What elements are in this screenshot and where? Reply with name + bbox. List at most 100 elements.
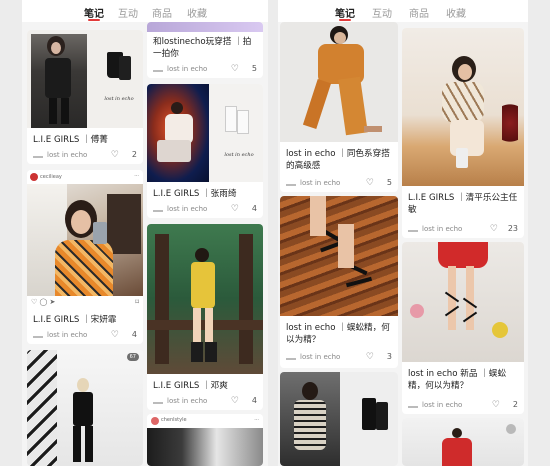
left-screenshot-panel: 笔记 互动 商品 收藏 lost in echo L.I.E GIRLS ｜傅菁…	[22, 0, 268, 466]
note-card[interactable]: 67	[27, 350, 143, 466]
note-meta: lost in echo ♡ 23	[408, 224, 518, 236]
note-card[interactable]: cecilieay ··· ♡ ◯ ➤ ⌑ L.I.E GIRLS ｜宋妍霏 l…	[27, 170, 143, 344]
author-avatar	[33, 156, 43, 158]
like-count: 2	[512, 400, 518, 409]
note-card[interactable]: lost in echo L.I.E GIRLS ｜张雨绮 lost in ec…	[147, 84, 263, 218]
note-image	[402, 418, 524, 466]
tab-favorites[interactable]: 收藏	[446, 5, 466, 20]
like-count: 4	[251, 396, 257, 405]
note-image	[402, 28, 524, 186]
note-image: lost in echo	[27, 30, 143, 128]
like-count: 23	[507, 224, 518, 233]
note-image: chenlstyle ···	[147, 414, 263, 466]
like-heart-icon[interactable]: ♡	[366, 352, 374, 362]
bookmark-icon[interactable]: ⌑	[135, 298, 139, 306]
note-meta: lost in echo ♡ 2	[33, 150, 137, 162]
active-tab-indicator	[88, 19, 100, 21]
like-count: 2	[131, 150, 137, 159]
note-meta: lost in echo ♡ 3	[286, 352, 392, 364]
like-heart-icon[interactable]: ♡	[492, 400, 500, 410]
like-heart-icon[interactable]: ♡	[490, 224, 498, 234]
note-author[interactable]: lost in echo	[422, 225, 462, 233]
video-play-icon[interactable]	[506, 424, 516, 434]
note-author[interactable]: lost in echo	[167, 397, 207, 405]
note-title: lost in echo ｜蜈蚣精，何以为精？	[286, 323, 390, 345]
brand-caption: lost in echo	[104, 96, 134, 102]
note-author[interactable]: lost in echo	[167, 205, 207, 213]
more-icon[interactable]: ···	[134, 173, 139, 179]
note-author[interactable]: lost in echo	[47, 331, 87, 339]
like-heart-icon[interactable]: ♡	[231, 204, 239, 214]
note-image: 67	[27, 350, 143, 466]
author-avatar	[286, 358, 296, 360]
note-meta: lost in echo ♡ 2	[408, 400, 518, 412]
note-image	[280, 196, 398, 316]
author-avatar	[408, 406, 418, 408]
note-image	[147, 22, 263, 32]
note-image: cecilieay ··· ♡ ◯ ➤ ⌑	[27, 170, 143, 308]
note-card[interactable]: lost in echo 新品 ｜蜈蚣精，何以为精？ lost in echo …	[402, 242, 524, 414]
like-count: 5	[251, 64, 257, 73]
right-screenshot-panel: 笔记 互动 商品 收藏 lost in echo ｜同色系穿搭的高级感 lost…	[278, 0, 528, 466]
note-title: L.I.E GIRLS ｜清平乐公主任敏	[408, 193, 518, 215]
brand-caption: lost in echo	[224, 152, 254, 158]
author-avatar	[153, 70, 163, 72]
author-avatar	[153, 402, 163, 404]
like-heart-icon[interactable]: ♡	[231, 396, 239, 406]
like-heart-icon[interactable]: ♡	[231, 64, 239, 74]
note-author[interactable]: lost in echo	[300, 353, 340, 361]
tab-products[interactable]: 商品	[152, 5, 172, 20]
more-icon[interactable]: ···	[254, 417, 259, 423]
note-title: lost in echo 新品 ｜蜈蚣精，何以为精？	[408, 369, 506, 391]
like-count: 3	[386, 352, 392, 361]
profile-tab-bar: 笔记 互动 商品 收藏	[22, 0, 268, 22]
like-heart-icon[interactable]: ♡	[366, 178, 374, 188]
note-card[interactable]: chenlstyle ···	[147, 414, 263, 466]
note-title: L.I.E GIRLS ｜邓爽	[153, 381, 228, 391]
active-tab-indicator	[339, 19, 351, 21]
author-avatar	[153, 210, 163, 212]
note-author[interactable]: lost in echo	[300, 179, 340, 187]
note-image	[147, 224, 263, 374]
note-meta: lost in echo ♡ 5	[286, 178, 392, 190]
like-heart-icon[interactable]: ♡	[111, 150, 119, 160]
ig-action-icons[interactable]: ♡ ◯ ➤	[31, 298, 55, 306]
note-meta: lost in echo ♡ 4	[153, 204, 257, 216]
note-card[interactable]	[402, 418, 524, 466]
author-avatar	[408, 230, 418, 232]
author-avatar	[33, 336, 43, 338]
note-image	[402, 242, 524, 362]
note-author[interactable]: lost in echo	[422, 401, 462, 409]
tab-favorites[interactable]: 收藏	[187, 5, 207, 20]
like-count: 5	[386, 178, 392, 187]
note-meta: lost in echo ♡ 4	[33, 330, 137, 342]
like-count: 4	[131, 330, 137, 339]
note-image: lost in echo	[147, 84, 263, 182]
profile-tab-bar: 笔记 互动 商品 收藏	[278, 0, 528, 22]
ig-username: chenlstyle	[161, 417, 187, 423]
like-heart-icon[interactable]: ♡	[111, 330, 119, 340]
note-card[interactable]	[280, 372, 398, 466]
note-card[interactable]: lost in echo ｜同色系穿搭的高级感 lost in echo ♡ 5	[280, 22, 398, 192]
note-card[interactable]: L.I.E GIRLS ｜清平乐公主任敏 lost in echo ♡ 23	[402, 28, 524, 238]
tab-notes[interactable]: 笔记	[335, 5, 355, 20]
note-author[interactable]: lost in echo	[47, 151, 87, 159]
like-count: 4	[251, 204, 257, 213]
tab-products[interactable]: 商品	[409, 5, 429, 20]
author-avatar	[286, 184, 296, 186]
tab-interactions[interactable]: 互动	[118, 5, 138, 20]
tab-interactions[interactable]: 互动	[372, 5, 392, 20]
note-title: L.I.E GIRLS ｜傅菁	[33, 135, 108, 145]
note-card[interactable]: L.I.E GIRLS ｜邓爽 lost in echo ♡ 4	[147, 224, 263, 410]
note-title: L.I.E GIRLS ｜宋妍霏	[33, 315, 117, 325]
note-card[interactable]: lost in echo L.I.E GIRLS ｜傅菁 lost in ech…	[27, 30, 143, 164]
note-card[interactable]: 和lostinecho玩穿搭 ｜拍一拍你 lost in echo ♡ 5	[147, 22, 263, 78]
note-title: 和lostinecho玩穿搭 ｜拍一拍你	[153, 37, 252, 59]
note-title: lost in echo ｜同色系穿搭的高级感	[286, 149, 390, 171]
note-title: L.I.E GIRLS ｜张雨绮	[153, 189, 237, 199]
note-image	[280, 372, 398, 466]
note-card[interactable]: lost in echo ｜蜈蚣精，何以为精？ lost in echo ♡ 3	[280, 196, 398, 368]
image-count-badge: 67	[126, 353, 139, 361]
note-author[interactable]: lost in echo	[167, 65, 207, 73]
tab-notes[interactable]: 笔记	[84, 5, 104, 20]
